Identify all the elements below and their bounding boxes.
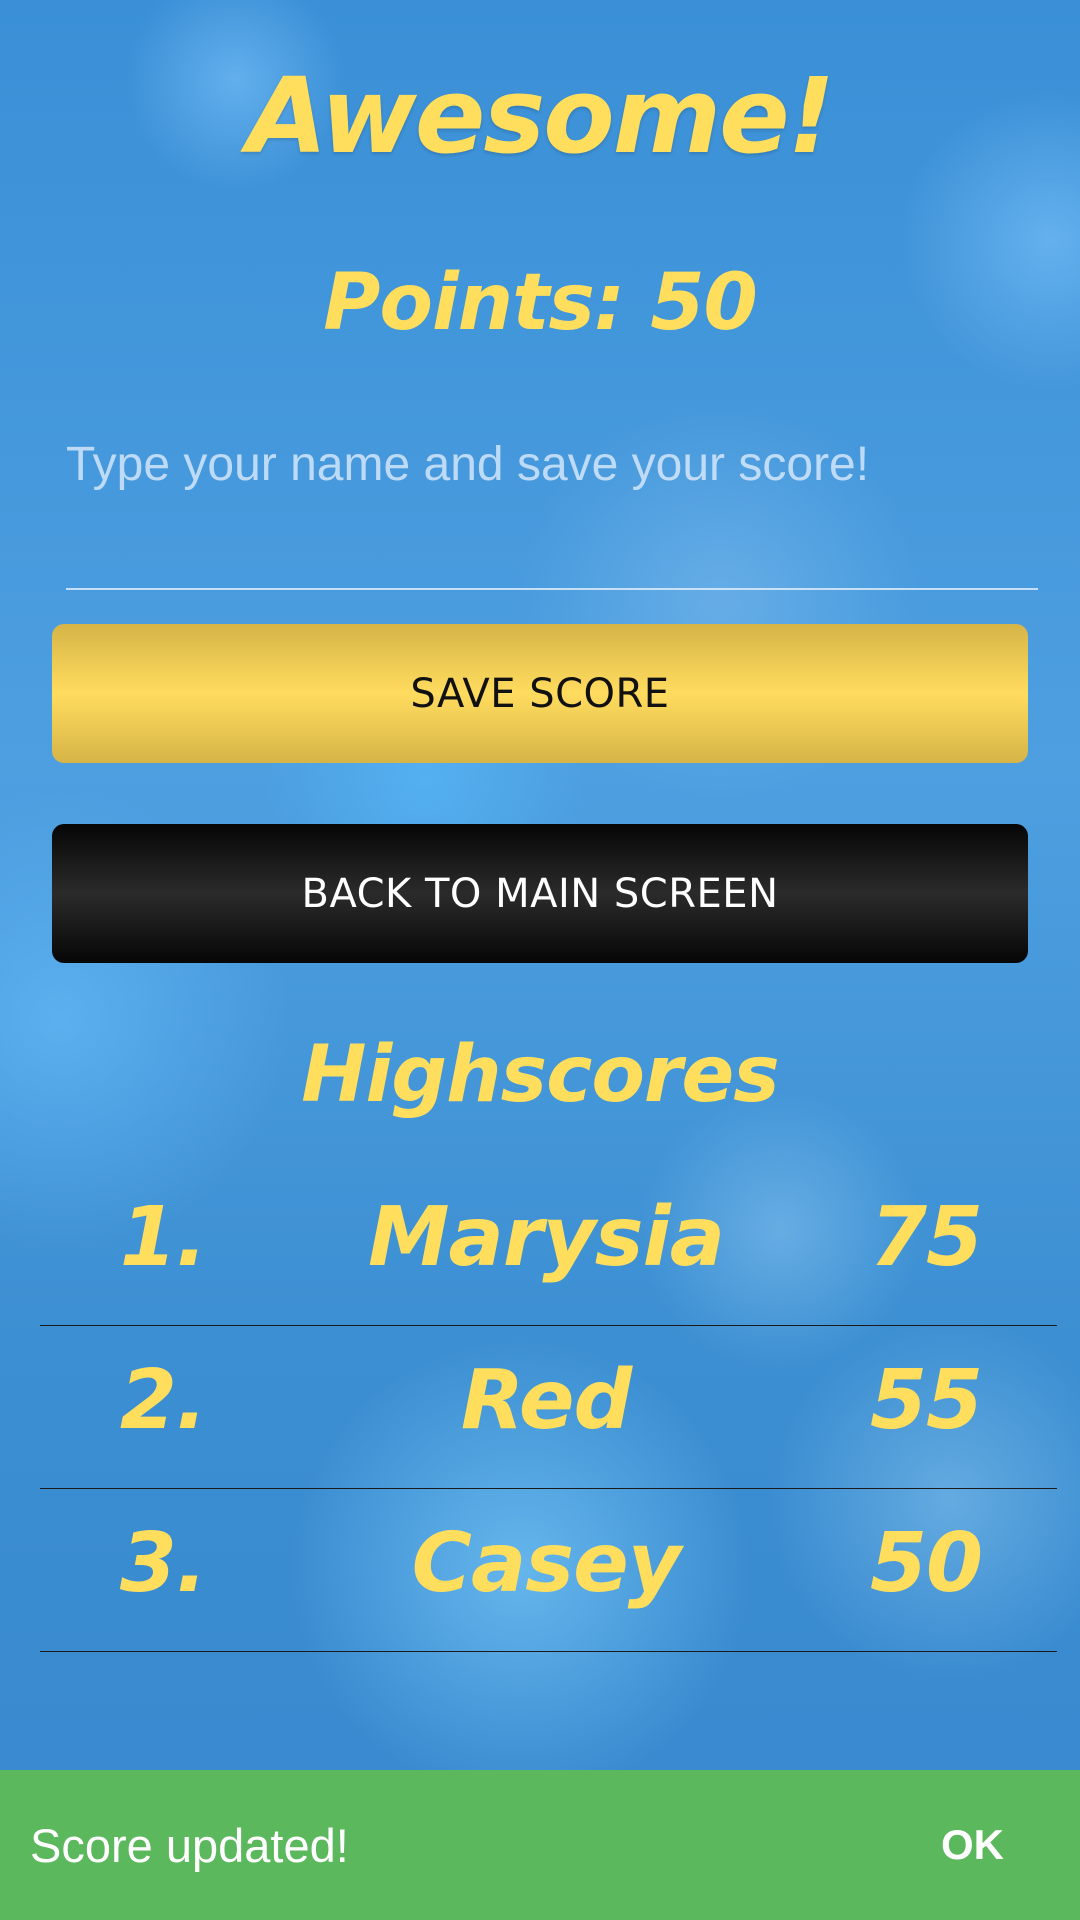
snackbar-ok-button[interactable]: OK	[921, 1811, 1024, 1879]
highscore-row: 1. Marysia 75	[40, 1163, 1057, 1326]
highscore-rank: 1.	[119, 1190, 207, 1285]
highscore-rank: 3.	[119, 1516, 207, 1611]
points-label: Points: 50	[323, 258, 758, 348]
highscore-name: Marysia	[367, 1190, 725, 1285]
game-over-screen: Awesome! Points: 50 SAVE SCORE BACK TO M…	[0, 0, 1080, 1920]
name-input[interactable]	[66, 418, 1038, 590]
highscore-row: 3. Casey 50	[40, 1489, 1057, 1652]
highscore-rank: 2.	[119, 1353, 207, 1448]
highscores-table: 1. Marysia 75 2. Red 55 3. Casey 50	[40, 1163, 1057, 1652]
highscore-score: 55	[869, 1353, 983, 1448]
back-to-main-button[interactable]: BACK TO MAIN SCREEN	[52, 824, 1028, 963]
page-title: Awesome!	[246, 55, 835, 177]
snackbar: Score updated! OK	[0, 1770, 1080, 1920]
highscore-name: Red	[460, 1353, 632, 1448]
highscores-title: Highscores	[301, 1030, 779, 1120]
snackbar-message: Score updated!	[30, 1818, 349, 1872]
highscore-row: 2. Red 55	[40, 1326, 1057, 1489]
highscore-name: Casey	[411, 1516, 681, 1611]
save-score-button[interactable]: SAVE SCORE	[52, 624, 1028, 763]
highscore-score: 50	[869, 1516, 983, 1611]
highscore-score: 75	[869, 1190, 983, 1285]
